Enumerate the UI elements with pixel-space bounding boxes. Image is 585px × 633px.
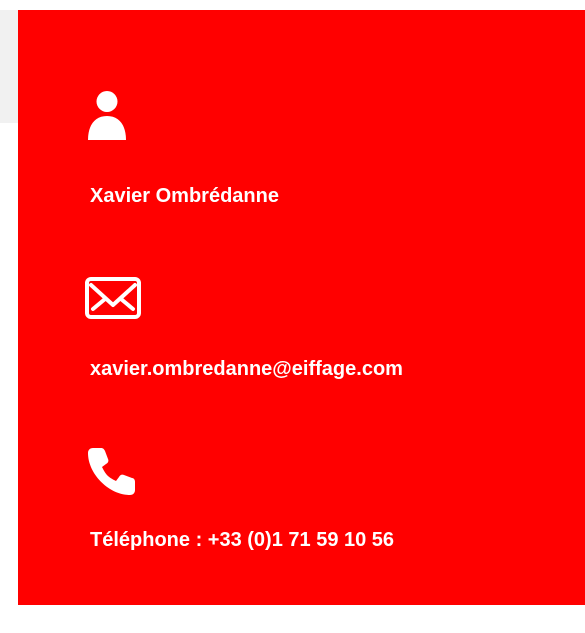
contact-email-link[interactable]: xavier.ombredanne@eiffage.com [90, 357, 403, 381]
contact-phone[interactable]: Téléphone : +33 (0)1 71 59 10 56 [90, 528, 394, 552]
grey-side-strip [0, 10, 18, 123]
contact-card: Xavier Ombrédanne xavier.ombredanne@eiff… [18, 10, 585, 605]
mail-icon[interactable] [85, 277, 141, 319]
user-icon [88, 91, 126, 140]
phone-icon[interactable] [85, 442, 141, 498]
contact-name: Xavier Ombrédanne [90, 185, 279, 207]
